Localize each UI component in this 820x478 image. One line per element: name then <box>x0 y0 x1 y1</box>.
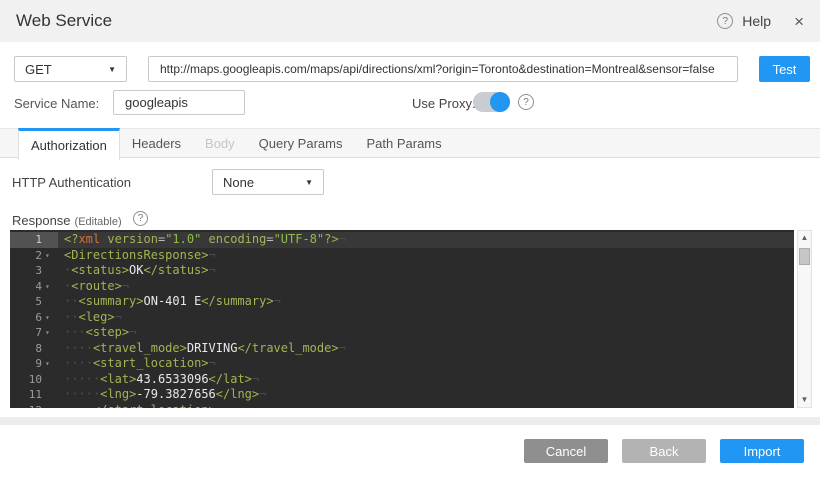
tab-authorization[interactable]: Authorization <box>18 128 120 160</box>
web-service-dialog: Web Service ? Help × GET ▼ Test Service … <box>0 0 820 478</box>
close-icon[interactable]: × <box>794 13 804 30</box>
line-number: 9▾ <box>10 356 58 372</box>
scrollbar-thumb[interactable] <box>799 248 810 265</box>
dialog-header: Web Service ? Help × <box>0 0 820 42</box>
editor-line-5[interactable]: 5··<summary>ON-401 E</summary>¬ <box>10 294 794 310</box>
line-number: 7▾ <box>10 325 58 341</box>
code-text[interactable]: ····</start_location>¬ <box>58 403 794 409</box>
line-number: 1 <box>10 232 58 248</box>
line-number: 5 <box>10 294 58 310</box>
line-number: 8 <box>10 341 58 357</box>
editor-line-3[interactable]: 3·<status>OK</status>¬ <box>10 263 794 279</box>
editor-line-9[interactable]: 9▾····<start_location>¬ <box>10 356 794 372</box>
fold-arrow-icon[interactable]: ▾ <box>45 356 54 372</box>
code-text[interactable]: ··<summary>ON-401 E</summary>¬ <box>58 294 794 310</box>
service-name-input[interactable] <box>113 90 245 115</box>
footer-divider <box>0 417 820 425</box>
tab-query-params[interactable]: Query Params <box>247 129 355 157</box>
http-method-select[interactable]: GET ▼ <box>14 56 127 82</box>
tab-bar: AuthorizationHeadersBodyQuery ParamsPath… <box>0 128 820 158</box>
editor-line-7[interactable]: 7▾···<step>¬ <box>10 325 794 341</box>
response-label-text: Response <box>12 213 71 228</box>
code-text[interactable]: ·<status>OK</status>¬ <box>58 263 794 279</box>
code-text[interactable]: ··<leg>¬ <box>58 310 794 326</box>
code-text[interactable]: <DirectionsResponse>¬ <box>58 248 794 264</box>
editor-line-4[interactable]: 4▾·<route>¬ <box>10 279 794 295</box>
back-button[interactable]: Back <box>622 439 706 463</box>
code-text[interactable]: ···<step>¬ <box>58 325 794 341</box>
url-input[interactable] <box>148 56 738 82</box>
editor-vertical-scrollbar[interactable]: ▲ ▼ <box>797 230 812 408</box>
fold-arrow-icon[interactable]: ▾ <box>45 310 54 326</box>
code-text[interactable]: ····<start_location>¬ <box>58 356 794 372</box>
proxy-help-icon[interactable]: ? <box>518 94 534 110</box>
editor-line-2[interactable]: 2▾<DirectionsResponse>¬ <box>10 248 794 264</box>
http-authentication-label: HTTP Authentication <box>12 175 131 190</box>
tab-path-params[interactable]: Path Params <box>354 129 453 157</box>
line-number: 4▾ <box>10 279 58 295</box>
http-authentication-select[interactable]: None ▼ <box>212 169 324 195</box>
editor-line-8[interactable]: 8····<travel_mode>DRIVING</travel_mode>¬ <box>10 341 794 357</box>
fold-arrow-icon[interactable]: ▾ <box>45 248 54 264</box>
chevron-down-icon: ▼ <box>305 178 313 187</box>
code-text[interactable]: ·<route>¬ <box>58 279 794 295</box>
response-code-editor[interactable]: 1<?xml version="1.0" encoding="UTF-8"?>¬… <box>10 230 794 408</box>
fold-arrow-icon[interactable]: ▾ <box>45 325 54 341</box>
test-button[interactable]: Test <box>759 56 810 82</box>
editor-line-10[interactable]: 10·····<lat>43.6533096</lat>¬ <box>10 372 794 388</box>
page-title: Web Service <box>16 11 112 31</box>
response-help-icon[interactable]: ? <box>133 211 148 226</box>
http-authentication-value: None <box>223 175 254 190</box>
response-editable-label: (Editable) <box>75 216 122 228</box>
help-icon[interactable]: ? <box>717 13 733 29</box>
editor-line-12[interactable]: 12····</start_location>¬ <box>10 403 794 409</box>
code-text[interactable]: ·····<lng>-79.3827656</lng>¬ <box>58 387 794 403</box>
line-number: 10 <box>10 372 58 388</box>
service-name-label: Service Name: <box>14 96 99 111</box>
import-button[interactable]: Import <box>720 439 804 463</box>
editor-line-1[interactable]: 1<?xml version="1.0" encoding="UTF-8"?>¬ <box>10 232 794 248</box>
tab-headers[interactable]: Headers <box>120 129 193 157</box>
chevron-down-icon: ▼ <box>108 65 116 74</box>
code-text[interactable]: ····<travel_mode>DRIVING</travel_mode>¬ <box>58 341 794 357</box>
help-link[interactable]: Help <box>742 13 771 29</box>
code-text[interactable]: <?xml version="1.0" encoding="UTF-8"?>¬ <box>58 232 794 248</box>
line-number: 3 <box>10 263 58 279</box>
editor-line-11[interactable]: 11·····<lng>-79.3827656</lng>¬ <box>10 387 794 403</box>
toggle-knob-icon <box>490 92 510 112</box>
http-method-value: GET <box>25 62 52 77</box>
cancel-button[interactable]: Cancel <box>524 439 608 463</box>
line-number: 11 <box>10 387 58 403</box>
use-proxy-label: Use Proxy: <box>412 96 476 111</box>
scroll-up-icon[interactable]: ▲ <box>801 231 809 245</box>
use-proxy-toggle[interactable] <box>473 92 510 112</box>
line-number: 12 <box>10 403 58 409</box>
line-number: 6▾ <box>10 310 58 326</box>
tab-body: Body <box>193 129 247 157</box>
fold-arrow-icon[interactable]: ▾ <box>45 279 54 295</box>
editor-line-6[interactable]: 6▾··<leg>¬ <box>10 310 794 326</box>
code-text[interactable]: ·····<lat>43.6533096</lat>¬ <box>58 372 794 388</box>
response-label: Response (Editable) <box>12 213 122 228</box>
line-number: 2▾ <box>10 248 58 264</box>
scroll-down-icon[interactable]: ▼ <box>801 393 809 407</box>
